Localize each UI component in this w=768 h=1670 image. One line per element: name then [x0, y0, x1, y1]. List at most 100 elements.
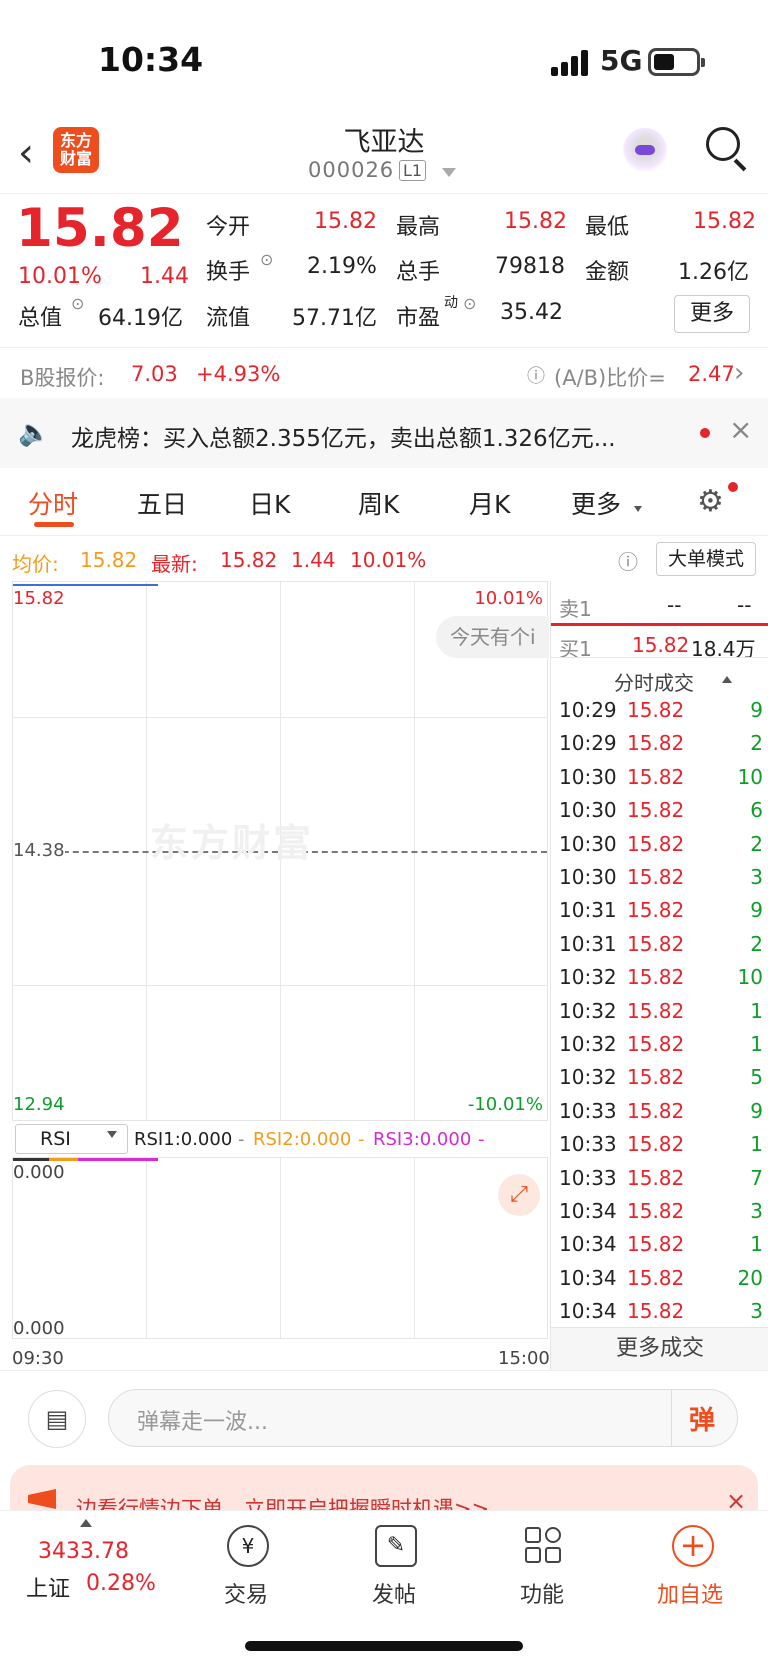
level-badge[interactable]: L1 [399, 160, 427, 181]
trade-time: 10:30 [559, 798, 617, 823]
index-value[interactable]: 3433.78 [38, 1539, 129, 1564]
function-label[interactable]: 功能 [520, 1577, 564, 1609]
help-icon[interactable]: ⓘ [527, 362, 545, 388]
close-icon[interactable]: × [729, 413, 752, 446]
trade-price: 15.82 [627, 731, 685, 756]
trade-row: 10:30 15.82 6 [559, 798, 763, 831]
trade-volume: 7 [750, 1165, 763, 1190]
change-percent: 10.01% [18, 264, 102, 289]
trade-price: 15.82 [627, 698, 685, 722]
volume-label: 总手 [396, 260, 441, 285]
gear-icon[interactable]: ⚙ [697, 484, 724, 519]
trade-row: 10:29 15.82 9 [559, 698, 763, 731]
tab-month-k[interactable]: 月K [469, 485, 510, 521]
trade-time: 10:30 [559, 764, 617, 789]
rsi3-value: RSI3:0.000 [373, 1129, 472, 1150]
post-icon[interactable]: ✎ [375, 1525, 417, 1567]
function-grid-icon[interactable] [523, 1525, 565, 1567]
trade-volume: 3 [750, 1299, 763, 1324]
trade-row: 10:32 15.82 10 [559, 965, 763, 998]
sort-triangle-icon[interactable] [722, 676, 732, 683]
trade-time: 10:34 [559, 1232, 617, 1257]
chevron-right-icon[interactable]: › [734, 358, 744, 388]
tab-intraday[interactable]: 分时 [28, 485, 78, 521]
total-mv-label: 总值 [18, 306, 63, 331]
trade-row: 10:32 15.82 1 [559, 999, 763, 1032]
trade-volume: 2 [750, 831, 763, 856]
tab-more[interactable]: 更多 [571, 485, 621, 521]
trade-icon[interactable]: ¥ [227, 1525, 269, 1567]
trade-row: 10:32 15.82 1 [559, 1032, 763, 1065]
b-share-price: 7.03 [131, 362, 178, 386]
trade-list: 10:29 15.82 9 10:29 15.82 2 10:30 15.82 10 10:30 1… [551, 698, 768, 1358]
stock-code: 000026 [308, 158, 395, 182]
rsi2-dash: - [358, 1129, 365, 1150]
indicator-select[interactable]: RSI [15, 1124, 128, 1154]
trade-time: 10:33 [559, 1132, 617, 1157]
dropdown-triangle-icon[interactable] [442, 168, 456, 177]
tab-day-k[interactable]: 日K [249, 485, 290, 521]
index-name[interactable]: 上证 [26, 1571, 70, 1603]
danmu-input-wrap[interactable]: 弹幕走一波... 弹 [108, 1389, 738, 1447]
float-mv-label: 流值 [206, 306, 251, 331]
trade-time: 10:34 [559, 1299, 617, 1324]
trade-row: 10:31 15.82 9 [559, 898, 763, 931]
trade-price: 15.82 [627, 1132, 685, 1157]
intraday-chart[interactable]: 东方财富 15.82 10.01% 14.38 12.94 -10.01% 今天… [12, 581, 549, 1121]
trade-volume: 6 [750, 798, 763, 823]
danmu-toggle-icon[interactable]: ▤ [28, 1390, 86, 1448]
index-pct[interactable]: 0.28% [86, 1571, 156, 1596]
trade-volume: 1 [750, 1232, 763, 1257]
trade-volume: 9 [750, 898, 763, 923]
promo-banner[interactable]: 边看行情边下单，立即开启把握瞬时机遇>> × [10, 1465, 758, 1521]
trade-label[interactable]: 交易 [224, 1577, 268, 1609]
rsi1-dash: - [238, 1129, 245, 1150]
dragon-tiger-banner[interactable]: 🔈 龙虎榜：买入总额2.355亿元，卖出总额1.326亿元... × [0, 398, 768, 468]
post-label[interactable]: 发帖 [372, 1577, 416, 1609]
trade-row: 10:32 15.82 5 [559, 1065, 763, 1098]
add-watchlist-icon[interactable]: + [672, 1525, 714, 1567]
b-share-row[interactable]: B股报价: 7.03 +4.93% ⓘ (A/B)比价= 2.47 › [0, 350, 768, 398]
info-dots-icon[interactable]: ⊙ [71, 294, 84, 313]
trade-volume: 10 [737, 764, 763, 789]
speaker-icon: 🔈 [18, 418, 51, 448]
rsi3-dash: - [478, 1129, 485, 1150]
amount-value: 1.26亿 [678, 260, 749, 285]
big-order-mode-button[interactable]: 大单模式 [656, 542, 756, 576]
open-label: 今开 [206, 215, 251, 240]
watermark: 东方财富 [150, 821, 315, 865]
trade-time: 10:30 [559, 831, 617, 856]
rsi-bar: RSI RSI1:0.000 - RSI2:0.000 - RSI3:0.000… [12, 1121, 548, 1157]
trade-time: 10:33 [559, 1098, 617, 1123]
danmu-input[interactable]: 弹幕走一波... [137, 1404, 268, 1436]
expand-up-icon[interactable] [80, 1519, 92, 1527]
trade-volume: 1 [750, 1032, 763, 1056]
tab-five-day[interactable]: 五日 [137, 485, 187, 521]
trade-time: 10:34 [559, 1199, 617, 1223]
tab-week-k[interactable]: 周K [358, 485, 399, 521]
search-icon[interactable] [706, 127, 740, 161]
quote-panel: 15.82 10.01% 1.44 今开 15.82 最高 15.82 最低 1… [0, 193, 768, 348]
info-dots-icon[interactable]: ⊙ [260, 250, 273, 269]
expand-icon[interactable]: ⤢ [498, 1174, 540, 1216]
danmu-send-button[interactable]: 弹 [689, 1400, 715, 1437]
tip-bubble[interactable]: 今天有个i [436, 616, 549, 658]
axis-high: 15.82 [13, 588, 65, 609]
active-tab-indicator [34, 522, 74, 527]
robot-assistant-icon[interactable] [623, 128, 667, 172]
low-label: 最低 [585, 215, 630, 240]
more-button[interactable]: 更多 [674, 295, 750, 333]
rsi-chart[interactable]: 0.000 0.000 ⤢ [12, 1157, 548, 1339]
help-icon[interactable]: ⓘ [618, 546, 638, 575]
select-arrow-icon[interactable] [107, 1131, 117, 1138]
axis-low-pct: -10.01% [467, 1094, 543, 1115]
notification-dot [728, 482, 738, 492]
trade-price: 15.82 [627, 998, 685, 1023]
trade-price: 15.82 [627, 898, 685, 923]
trade-detail-title[interactable]: 分时成交 [614, 667, 694, 696]
info-dots-icon[interactable]: ⊙ [463, 294, 476, 313]
axis-low: 12.94 [13, 1094, 65, 1115]
add-watchlist-label[interactable]: 加自选 [657, 1577, 723, 1609]
trade-price: 15.82 [627, 865, 685, 889]
more-trades-button[interactable]: 更多成交 [551, 1327, 768, 1371]
